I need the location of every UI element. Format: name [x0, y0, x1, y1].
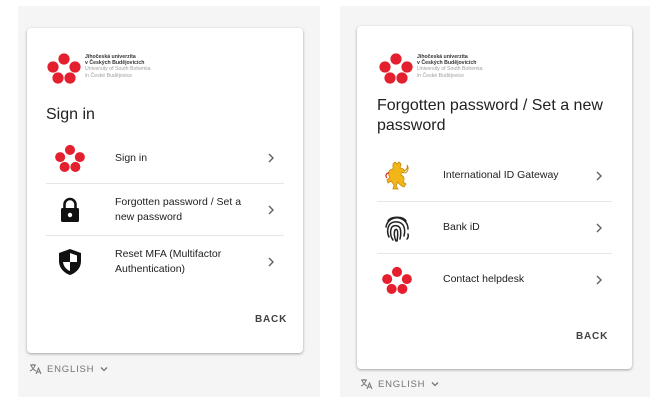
university-name: Jihočeská univerzita v Českých Budějovic… [417, 54, 482, 79]
menu-item-label: Forgotten password / Set a new password [115, 196, 242, 223]
menu-item-label: Sign in [115, 152, 148, 164]
forgotten-password-card: Jihočeská univerzita v Českých Budějovic… [357, 26, 632, 369]
shield-icon [52, 244, 88, 280]
page-title: Forgotten password / Set a new password [377, 97, 603, 134]
university-name-en-line2: in České Budějovice [417, 72, 465, 79]
menu-item-sign-in[interactable]: Sign in [46, 132, 284, 184]
chevron-right-icon [268, 257, 274, 267]
menu-item-forgotten-password[interactable]: Forgotten password / Set a new password [46, 184, 284, 236]
university-name-en-line1: University of South Bohemia [417, 66, 483, 73]
university-logo-icon [379, 262, 415, 298]
lion-emblem-icon [379, 158, 415, 194]
back-button[interactable]: BACK [576, 331, 608, 342]
university-logo: Jihočeská univerzita v Českých Budějovic… [45, 52, 150, 84]
chevron-right-icon [596, 223, 602, 233]
chevron-down-icon [100, 367, 108, 372]
translate-icon [29, 364, 42, 375]
menu-item-reset-mfa[interactable]: Reset MFA (Multifactor Authentication) [46, 236, 284, 288]
university-name-en-line1: University of South Bohemia [85, 66, 151, 73]
university-name: Jihočeská univerzita v Českých Budějovic… [85, 54, 150, 79]
language-label: ENGLISH [47, 363, 95, 375]
menu-item-contact-helpdesk[interactable]: Contact helpdesk [377, 254, 612, 306]
recovery-menu: International ID Gateway Bank iD Contact… [357, 150, 632, 306]
menu-item-label: Bank iD [443, 221, 480, 233]
university-logo: Jihočeská univerzita v Českých Budějovic… [377, 52, 482, 84]
translate-icon [360, 379, 373, 390]
back-button[interactable]: BACK [255, 314, 287, 325]
language-selector[interactable]: ENGLISH [360, 378, 439, 390]
sign-in-menu: Sign in Forgotten password / Set a new p… [27, 132, 303, 288]
lock-icon [52, 192, 88, 228]
chevron-right-icon [268, 153, 274, 163]
menu-item-label: International ID Gateway [443, 169, 559, 181]
menu-item-international-id-gateway[interactable]: International ID Gateway [377, 150, 612, 202]
fingerprint-icon [379, 210, 415, 246]
menu-item-label: Contact helpdesk [443, 273, 525, 285]
university-name-en-line2: in České Budějovice [85, 72, 133, 79]
sign-in-panel: Jihočeská univerzita v Českých Budějovic… [18, 6, 320, 397]
menu-item-bank-id[interactable]: Bank iD [377, 202, 612, 254]
language-selector[interactable]: ENGLISH [29, 363, 108, 375]
university-logo-mark-icon [379, 53, 413, 84]
sign-in-card: Jihočeská univerzita v Českých Budějovic… [27, 28, 303, 353]
chevron-right-icon [268, 205, 274, 215]
university-logo-icon [52, 140, 88, 176]
chevron-down-icon [431, 382, 439, 387]
menu-item-label: Reset MFA (Multifactor Authentication) [115, 248, 222, 275]
forgotten-password-panel: Jihočeská univerzita v Českých Budějovic… [340, 6, 650, 397]
chevron-right-icon [596, 171, 602, 181]
university-logo-mark-icon [47, 53, 81, 84]
language-label: ENGLISH [378, 378, 426, 390]
chevron-right-icon [596, 275, 602, 285]
page-title: Sign in [46, 106, 95, 123]
